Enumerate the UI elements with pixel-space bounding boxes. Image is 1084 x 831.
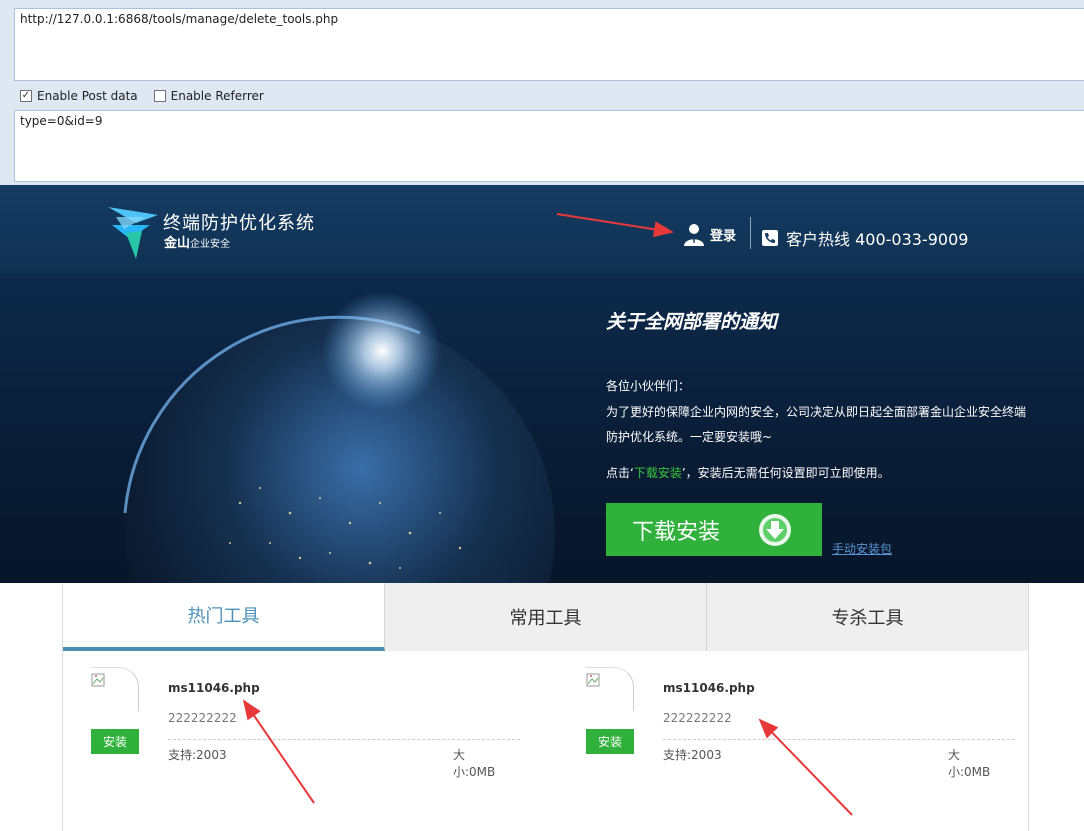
banner: 关于全网部署的通知 各位小伙伴们： 为了更好的保障企业内网的安全，公司决定从即日…	[0, 273, 1084, 583]
enable-post-label: Enable Post data	[37, 89, 138, 103]
phone-icon	[762, 230, 778, 246]
hackbar-panel: http://127.0.0.1:6868/tools/manage/delet…	[0, 0, 1084, 185]
tool-thumbnail	[586, 667, 634, 711]
notice-body: 为了更好的保障企业内网的安全，公司决定从即日起全面部署金山企业安全终端防护优化系…	[606, 405, 1027, 444]
tool-card: 安装 ms11046.php 222222222 支持:2003 大小:0MB	[63, 651, 520, 831]
tool-tabs: 热门工具 常用工具 专杀工具	[62, 583, 1029, 657]
hotline-label: 客户热线 400-033-9009	[786, 230, 969, 249]
tool-name[interactable]: ms11046.php	[168, 681, 260, 695]
broken-image-icon	[586, 673, 600, 687]
tab-hot-tools[interactable]: 热门工具	[63, 583, 385, 657]
enable-referrer-label: Enable Referrer	[170, 89, 264, 103]
tool-thumbnail	[91, 667, 139, 711]
site-header: 终端防护优化系统 金山企业安全 登录 客户热线 400-033-9009	[0, 185, 1084, 273]
tool-list: 安装 ms11046.php 222222222 支持:2003 大小:0MB …	[62, 651, 1029, 831]
login-link[interactable]: 登录	[682, 222, 736, 246]
logo-brand-sub: 企业安全	[190, 239, 231, 250]
divider	[168, 739, 520, 740]
install-button[interactable]: 安装	[586, 729, 634, 754]
tip-prefix: 点击‘	[606, 466, 634, 480]
hackbar-options: ✓ Enable Post data Enable Referrer	[20, 88, 280, 104]
tab-common-tools[interactable]: 常用工具	[385, 583, 707, 651]
tool-size: 大小:0MB	[948, 748, 991, 779]
logo-brand: 金山企业安全	[164, 232, 230, 251]
logo-brand-name: 金山	[164, 236, 191, 251]
post-data-input[interactable]: type=0&id=9	[14, 110, 1084, 182]
tool-name[interactable]: ms11046.php	[663, 681, 755, 695]
download-label: 下载安装	[632, 519, 721, 545]
tab-special-tools[interactable]: 专杀工具	[707, 583, 1028, 651]
enable-post-option[interactable]: ✓ Enable Post data	[20, 89, 138, 103]
header-divider	[750, 217, 751, 249]
user-icon	[684, 224, 704, 246]
divider	[663, 739, 1015, 740]
login-label: 登录	[710, 228, 737, 244]
hotline: 客户热线 400-033-9009	[762, 226, 968, 250]
earth-image	[123, 291, 555, 583]
broken-image-icon	[91, 673, 105, 687]
manual-install-link[interactable]: 手动安装包	[832, 540, 892, 557]
tool-size: 大小:0MB	[453, 748, 496, 779]
tool-support: 支持:2003	[168, 748, 227, 762]
tool-description: 222222222	[663, 711, 732, 725]
notice-greeting: 各位小伙伴们：	[606, 379, 691, 393]
tool-card: 安装 ms11046.php 222222222 支持:2003 大小:0MB	[558, 651, 1015, 831]
enable-referrer-checkbox[interactable]	[153, 90, 166, 102]
enable-post-checkbox[interactable]: ✓	[20, 90, 32, 102]
notice-title: 关于全网部署的通知	[606, 311, 778, 333]
url-input[interactable]: http://127.0.0.1:6868/tools/manage/delet…	[14, 8, 1084, 81]
enable-referrer-option[interactable]: Enable Referrer	[153, 89, 264, 103]
tool-support: 支持:2003	[663, 748, 722, 762]
install-button[interactable]: 安装	[91, 729, 139, 754]
logo-icon	[108, 207, 158, 259]
tip-suffix: ’，安装后无需任何设置即可立即使用。	[681, 466, 890, 480]
download-install-button[interactable]: 下载安装	[606, 503, 822, 556]
tool-description: 222222222	[168, 711, 237, 725]
download-icon	[759, 514, 791, 546]
notice-tip: 点击‘下载安装’，安装后无需任何设置即可立即使用。	[606, 464, 890, 481]
tip-highlight: 下载安装	[633, 466, 682, 480]
